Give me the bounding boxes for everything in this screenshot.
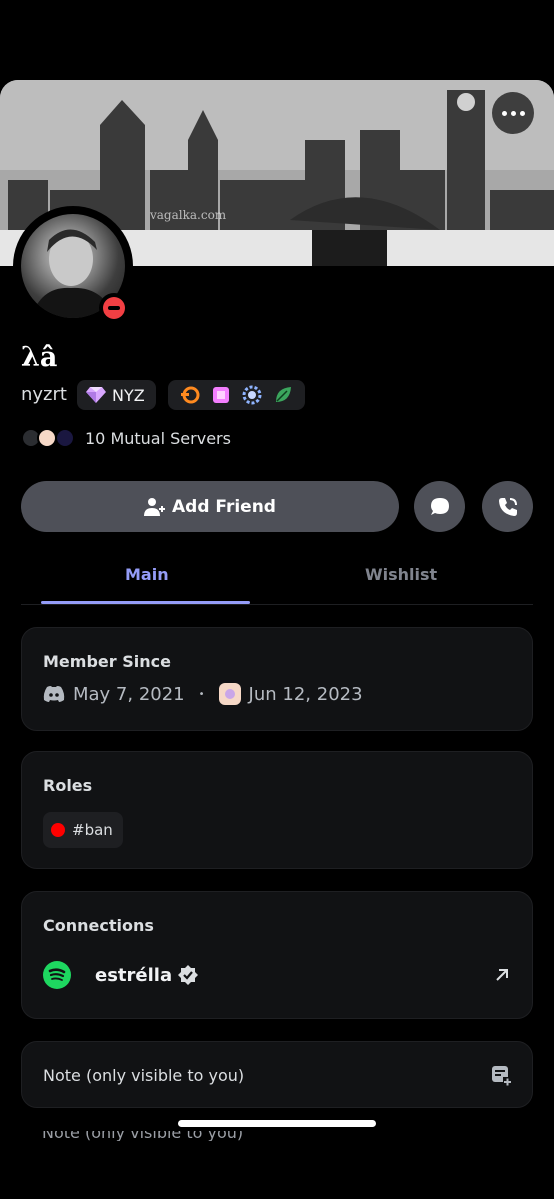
banner-watermark: vagalka.com — [150, 208, 227, 222]
badge-list — [168, 380, 305, 410]
hypesquad-badge-icon[interactable] — [242, 385, 262, 405]
server-icon — [55, 428, 75, 448]
display-name: λâ — [21, 342, 58, 373]
roles-card: Roles #ban — [21, 751, 533, 869]
member-since-card: Member Since May 7, 2021 • Jun 12, 2023 — [21, 627, 533, 731]
dot-icon — [519, 110, 525, 116]
discord-join-date: May 7, 2021 — [73, 683, 185, 705]
connections-title: Connections — [43, 916, 154, 935]
ghost-note-text: Note (only visible to you) — [42, 1131, 244, 1141]
role-color-dot — [51, 823, 65, 837]
member-since-title: Member Since — [43, 652, 171, 671]
mutual-server-icons — [21, 426, 79, 450]
role-name: #ban — [72, 821, 113, 839]
note-card[interactable]: Note (only visible to you) — [21, 1041, 533, 1108]
server-icon — [218, 683, 241, 705]
spotify-icon — [43, 961, 71, 989]
external-link-icon[interactable] — [491, 964, 513, 986]
note-placeholder[interactable]: Note (only visible to you) — [43, 1066, 244, 1085]
server-tag[interactable]: NYZ — [77, 380, 156, 410]
profile-tabs: Main Wishlist — [21, 553, 533, 605]
add-friend-icon — [144, 497, 166, 516]
call-button[interactable] — [482, 481, 533, 532]
connection-name: estrélla — [95, 964, 173, 986]
nitro-badge-icon[interactable] — [211, 385, 231, 405]
dot-icon — [501, 110, 507, 116]
verified-icon — [178, 965, 199, 985]
chat-bubble-icon — [430, 497, 449, 515]
tab-wishlist[interactable]: Wishlist — [365, 565, 437, 584]
role-chip[interactable]: #ban — [43, 812, 123, 848]
discord-icon — [43, 686, 65, 702]
message-button[interactable] — [414, 481, 465, 532]
add-friend-button[interactable]: Add Friend — [21, 481, 399, 532]
server-tag-label: NYZ — [112, 385, 145, 405]
connections-card: Connections estrélla — [21, 891, 533, 1019]
date-separator: • — [198, 688, 205, 700]
leaf-badge-icon[interactable] — [273, 385, 293, 405]
roles-title: Roles — [43, 776, 93, 795]
mutual-servers-label: 10 Mutual Servers — [85, 428, 231, 448]
username[interactable]: nyzrt — [21, 384, 67, 405]
active-tab-indicator — [41, 601, 250, 604]
tab-main[interactable]: Main — [125, 565, 169, 584]
home-indicator[interactable] — [178, 1120, 376, 1127]
server-join-date: Jun 12, 2023 — [248, 683, 363, 705]
add-note-icon[interactable] — [490, 1064, 512, 1086]
orange-quest-badge-icon[interactable] — [180, 385, 200, 405]
scroll-ghost-row: Note (only visible to you) — [21, 1131, 533, 1141]
connection-row[interactable]: estrélla — [43, 960, 513, 990]
phone-icon — [498, 497, 517, 516]
more-options-button[interactable] — [492, 92, 534, 134]
add-friend-label: Add Friend — [172, 496, 276, 517]
status-dnd-icon — [99, 293, 129, 323]
server-icon — [37, 428, 57, 448]
dot-icon — [510, 110, 516, 116]
member-since-row: May 7, 2021 • Jun 12, 2023 — [43, 683, 363, 705]
mutual-servers[interactable]: 10 Mutual Servers — [21, 426, 231, 450]
gem-icon — [86, 387, 106, 403]
